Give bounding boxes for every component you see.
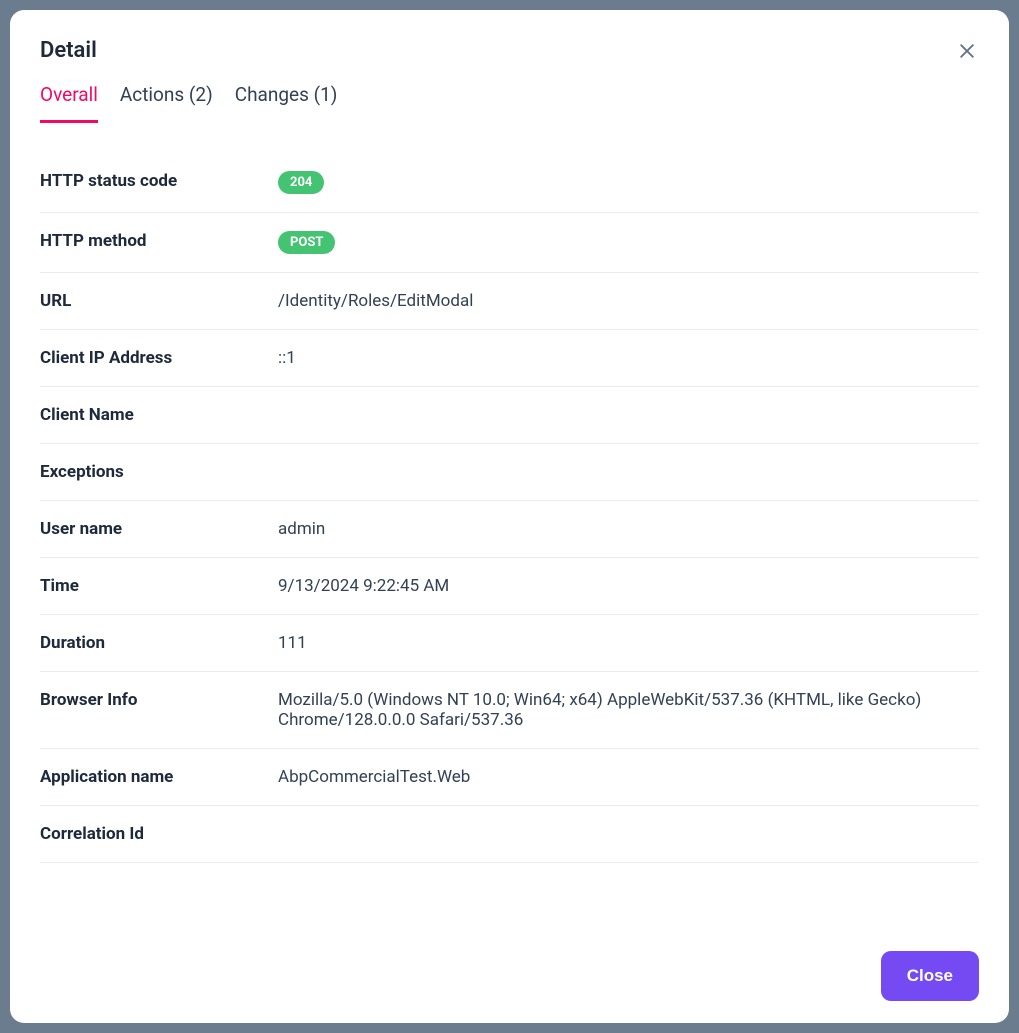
modal-title: Detail — [40, 38, 97, 63]
row-client-name: Client Name — [40, 387, 979, 444]
row-value: admin — [278, 519, 979, 539]
row-label: Correlation Id — [40, 824, 278, 844]
row-value: /Identity/Roles/EditModal — [278, 291, 979, 311]
row-label: URL — [40, 291, 278, 311]
row-client-ip: Client IP Address ::1 — [40, 330, 979, 387]
row-value: 9/13/2024 9:22:45 AM — [278, 576, 979, 596]
tabs: Overall Actions (2) Changes (1) — [40, 83, 979, 123]
row-username: User name admin — [40, 501, 979, 558]
status-badge: 204 — [278, 171, 324, 194]
row-value: ::1 — [278, 348, 979, 368]
row-label: User name — [40, 519, 278, 539]
spacer — [40, 863, 979, 929]
row-app-name: Application name AbpCommercialTest.Web — [40, 749, 979, 806]
row-duration: Duration 111 — [40, 615, 979, 672]
row-exceptions: Exceptions — [40, 444, 979, 501]
row-label: HTTP status code — [40, 171, 278, 191]
modal-body: Overall Actions (2) Changes (1) HTTP sta… — [10, 83, 1009, 929]
row-value: 204 — [278, 171, 979, 194]
row-label: Time — [40, 576, 278, 596]
tab-overall[interactable]: Overall — [40, 83, 98, 123]
detail-modal: Detail Overall Actions (2) Changes (1) H… — [10, 10, 1009, 1023]
tab-actions[interactable]: Actions (2) — [120, 83, 213, 123]
row-label: Exceptions — [40, 462, 278, 482]
close-icon[interactable] — [955, 39, 979, 63]
modal-footer: Close — [10, 929, 1009, 1023]
modal-header: Detail — [10, 10, 1009, 83]
row-value: POST — [278, 231, 979, 254]
row-label: Duration — [40, 633, 278, 653]
tab-changes[interactable]: Changes (1) — [235, 83, 338, 123]
row-correlation-id: Correlation Id — [40, 806, 979, 863]
method-badge: POST — [278, 231, 335, 254]
row-http-status: HTTP status code 204 — [40, 153, 979, 213]
row-value: Mozilla/5.0 (Windows NT 10.0; Win64; x64… — [278, 690, 979, 730]
row-label: Client Name — [40, 405, 278, 425]
row-url: URL /Identity/Roles/EditModal — [40, 273, 979, 330]
row-label: Client IP Address — [40, 348, 278, 368]
row-browser-info: Browser Info Mozilla/5.0 (Windows NT 10.… — [40, 672, 979, 749]
row-time: Time 9/13/2024 9:22:45 AM — [40, 558, 979, 615]
row-http-method: HTTP method POST — [40, 213, 979, 273]
row-label: Browser Info — [40, 690, 278, 710]
close-button[interactable]: Close — [881, 951, 979, 1001]
row-label: HTTP method — [40, 231, 278, 251]
row-label: Application name — [40, 767, 278, 787]
overall-panel: HTTP status code 204 HTTP method POST UR… — [40, 153, 979, 929]
row-value: AbpCommercialTest.Web — [278, 767, 979, 787]
row-value: 111 — [278, 633, 979, 653]
